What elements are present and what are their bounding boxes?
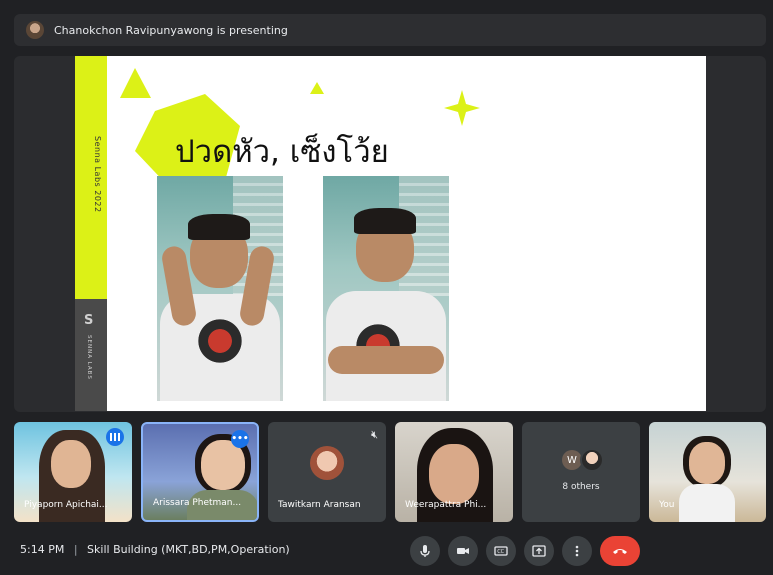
participant-tile[interactable]: Piyaporn Apichai...	[14, 422, 132, 522]
meeting-toolbar: 5:14 PM | Skill Building (MKT,BD,PM,Oper…	[0, 528, 773, 575]
presenter-avatar	[26, 21, 44, 39]
meeting-info: 5:14 PM | Skill Building (MKT,BD,PM,Oper…	[20, 543, 290, 556]
participant-avatar: W	[562, 450, 582, 470]
others-count: 8 others	[562, 482, 600, 492]
participant-name: Piyaporn Apichai...	[24, 500, 108, 510]
hang-up-button[interactable]	[600, 536, 640, 566]
participant-tile[interactable]: 🔇︎ Tawitkarn Aransan	[268, 422, 386, 522]
mic-icon	[420, 545, 430, 557]
shared-slide: Senna Labs 2022 S SENNA LABS ปวดหัว, เซ็…	[75, 56, 706, 411]
participant-tile[interactable]: W 8 others	[522, 422, 640, 522]
decor-sparkle	[444, 90, 480, 126]
more-options-button[interactable]	[562, 536, 592, 566]
present-button[interactable]	[524, 536, 554, 566]
meeting-separator: |	[73, 543, 78, 556]
presenting-text: Chanokchon Ravipunyawong is presenting	[54, 23, 288, 37]
presentation-banner: Chanokchon Ravipunyawong is presenting	[14, 14, 766, 46]
hang-up-icon	[613, 549, 627, 554]
speaking-indicator-icon	[106, 428, 124, 446]
decor-triangle-large	[120, 68, 151, 98]
captions-button[interactable]: CC	[486, 536, 516, 566]
participant-avatar	[310, 446, 344, 480]
more-options-icon	[575, 545, 579, 557]
more-options-icon[interactable]: •••	[231, 430, 249, 448]
slide-title: ปวดหัว, เซ็งโว้ย	[175, 134, 389, 170]
participant-strip: Piyaporn Apichai... ••• Arissara Phetman…	[14, 422, 766, 522]
call-controls: CC	[410, 536, 640, 566]
meeting-time: 5:14 PM	[20, 543, 65, 556]
camera-icon	[457, 548, 469, 554]
meeting-title: Skill Building (MKT,BD,PM,Operation)	[87, 543, 290, 556]
participant-name: You	[659, 500, 675, 510]
svg-text:CC: CC	[497, 549, 504, 555]
captions-icon: CC	[494, 546, 508, 556]
participant-tile[interactable]: Weerapattra Phi...	[395, 422, 513, 522]
present-icon	[532, 545, 546, 557]
mic-off-icon: 🔇︎	[371, 428, 378, 441]
slide-photo-left	[157, 176, 283, 401]
participant-name: Weerapattra Phi...	[405, 500, 487, 510]
camera-button[interactable]	[448, 536, 478, 566]
participant-name: Arissara Phetman...	[153, 498, 242, 508]
participant-tile[interactable]: ••• Arissara Phetman...	[141, 422, 259, 522]
participant-name: Tawitkarn Aransan	[278, 500, 361, 510]
participant-avatar	[580, 448, 604, 472]
participant-tile[interactable]: You	[649, 422, 766, 522]
decor-triangle-small	[310, 82, 324, 94]
mic-button[interactable]	[410, 536, 440, 566]
slide-photo-right	[323, 176, 449, 401]
